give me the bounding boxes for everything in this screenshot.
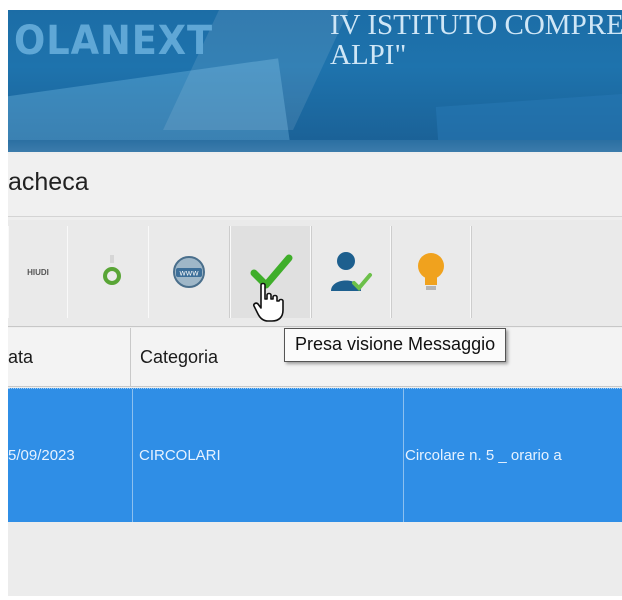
screen: OLANEXT IV ISTITUTO COMPRENS ALPI" achec…	[8, 10, 622, 596]
tooltip: Presa visione Messaggio	[284, 328, 507, 362]
table-empty-area	[8, 522, 622, 596]
toolbar: HIUDI WWW	[8, 220, 622, 327]
row-category: CIRCOLARI	[133, 389, 404, 523]
close-button[interactable]: HIUDI	[8, 226, 68, 318]
app-header: OLANEXT IV ISTITUTO COMPRENS ALPI"	[8, 10, 622, 152]
page-title: acheca	[8, 168, 89, 196]
svg-text:WWW: WWW	[179, 270, 199, 278]
hand-cursor-icon	[253, 282, 284, 322]
web-icon: WWW	[173, 256, 205, 288]
lightbulb-icon	[418, 253, 444, 290]
user-confirm-icon	[331, 252, 372, 291]
toolbar-empty-area	[470, 226, 622, 318]
header-strip	[8, 140, 622, 152]
idea-button[interactable]	[390, 226, 472, 318]
table-row[interactable]: 5/09/2023 CIRCOLARI Circolare n. 5 _ ora…	[8, 388, 622, 523]
attachment-button[interactable]	[67, 226, 149, 318]
app-logo-text: OLANEXT	[14, 18, 214, 64]
school-name: IV ISTITUTO COMPRENS ALPI"	[330, 10, 622, 70]
board-title-row: acheca	[8, 154, 622, 217]
attachment-icon	[103, 255, 121, 285]
column-header-category[interactable]: Categoria	[132, 328, 280, 386]
school-name-line1: IV ISTITUTO COMPRENS	[330, 10, 622, 41]
column-header-date[interactable]: ata	[8, 328, 131, 386]
row-subject: Circolare n. 5 _ orario a	[405, 447, 562, 464]
web-button[interactable]: WWW	[148, 226, 230, 318]
school-name-line2: ALPI"	[330, 39, 407, 71]
confirm-users-button[interactable]	[310, 226, 392, 318]
close-button-label: HIUDI	[27, 267, 49, 277]
row-date: 5/09/2023	[8, 389, 133, 523]
